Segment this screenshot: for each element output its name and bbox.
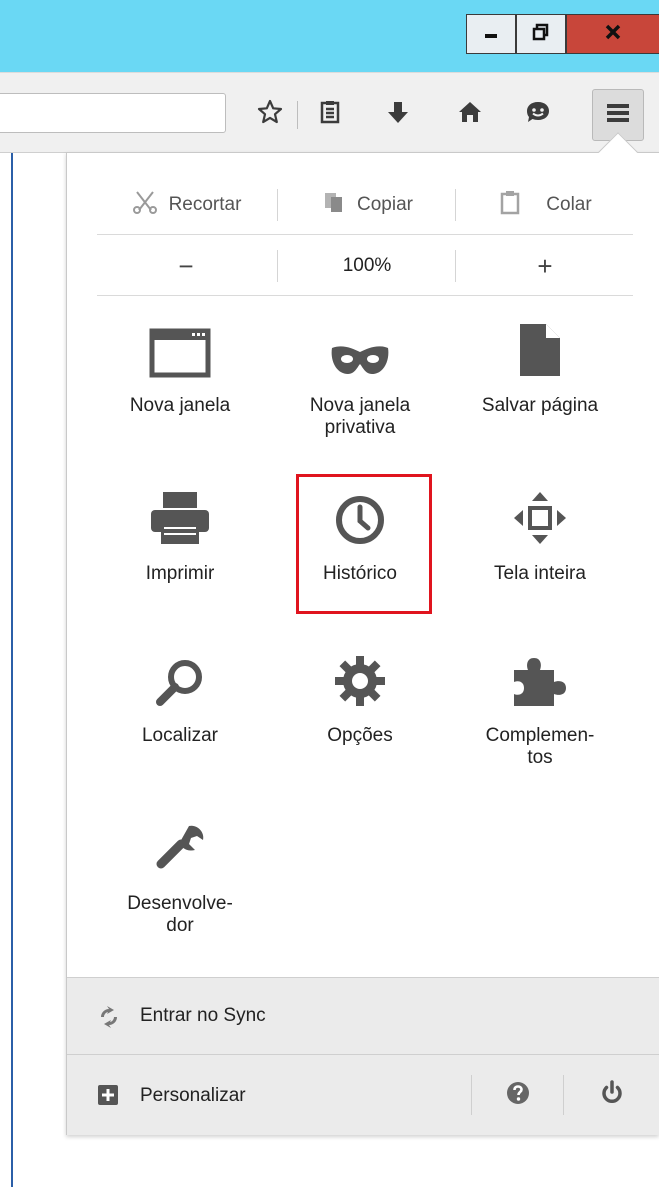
sync-label: Entrar no Sync	[140, 1005, 266, 1026]
private-mask-icon	[328, 342, 392, 383]
zoom-reset-button[interactable]: 100%	[279, 236, 455, 296]
restore-icon	[532, 23, 550, 46]
copy-button[interactable]: Copiar	[279, 175, 455, 235]
new-window-label: Nova janela	[129, 395, 231, 416]
wrench-icon	[153, 822, 207, 881]
printer-icon	[149, 490, 211, 551]
gear-icon	[333, 654, 387, 713]
chat-bubble-icon	[524, 99, 552, 130]
magnifier-icon	[155, 658, 205, 713]
bookmarks-list-icon	[317, 99, 343, 130]
plus-box-icon	[98, 1085, 118, 1110]
zoom-controls: − 100% +	[97, 236, 633, 296]
restore-button[interactable]	[516, 14, 566, 54]
print-label: Imprimir	[145, 563, 215, 584]
title-bar	[0, 0, 659, 72]
copy-icon	[321, 189, 347, 221]
close-button[interactable]	[566, 14, 659, 54]
customize-label: Personalizar	[140, 1085, 246, 1106]
minimize-button[interactable]	[466, 14, 516, 54]
hello-chat-button[interactable]	[520, 95, 556, 133]
fullscreen-icon	[512, 490, 568, 551]
clipboard-icon	[498, 189, 522, 221]
paste-label: Colar	[546, 194, 592, 215]
navigation-toolbar	[0, 72, 659, 153]
copy-label: Copiar	[357, 194, 413, 215]
hamburger-menu-icon	[604, 101, 632, 130]
paste-button[interactable]: Colar	[457, 175, 633, 235]
bookmarks-menu-button[interactable]	[312, 95, 348, 133]
add-ons-label: Complemen- tos	[485, 725, 595, 768]
find-button[interactable]: Localizar	[105, 653, 255, 747]
quit-button[interactable]	[565, 1055, 659, 1136]
help-button[interactable]	[473, 1055, 563, 1136]
edit-controls: Recortar Copiar Colar	[97, 175, 633, 235]
new-private-window-button[interactable]: Nova janela privativa	[285, 323, 435, 439]
history-highlight-box	[296, 474, 432, 614]
developer-button[interactable]: Desenvolve- dor	[105, 821, 255, 937]
developer-label: Desenvolve- dor	[127, 893, 233, 936]
sync-row[interactable]: Entrar no Sync	[67, 977, 659, 1054]
power-icon	[600, 1080, 624, 1111]
add-ons-button[interactable]: Complemen- tos	[465, 653, 615, 769]
find-label: Localizar	[141, 725, 219, 746]
page-left-edge	[11, 153, 13, 1187]
full-screen-label: Tela inteira	[494, 563, 586, 584]
zoom-in-button[interactable]: +	[457, 236, 633, 296]
bookmark-star-button[interactable]	[252, 95, 288, 133]
full-screen-button[interactable]: Tela inteira	[465, 491, 615, 585]
puzzle-icon	[510, 654, 570, 713]
save-page-label: Salvar página	[481, 395, 599, 416]
page-icon	[518, 322, 562, 383]
zoom-out-button[interactable]: −	[97, 236, 275, 296]
options-button[interactable]: Opções	[285, 653, 435, 747]
new-window-button[interactable]: Nova janela	[105, 323, 255, 417]
sync-icon	[97, 1005, 121, 1034]
home-button[interactable]	[452, 95, 488, 133]
home-icon	[457, 99, 483, 130]
window-icon	[149, 328, 211, 383]
close-icon	[603, 22, 623, 47]
new-private-window-label: Nova janela privativa	[309, 395, 411, 438]
cut-button[interactable]: Recortar	[97, 175, 275, 235]
minimize-icon	[482, 23, 500, 46]
downloads-button[interactable]	[380, 95, 416, 133]
options-label: Opções	[327, 725, 393, 746]
downloads-arrow-icon	[386, 99, 410, 130]
print-button[interactable]: Imprimir	[105, 491, 255, 585]
cut-label: Recortar	[168, 194, 242, 215]
customize-button[interactable]: Personalizar	[67, 1055, 471, 1136]
scissors-icon	[131, 188, 159, 222]
firefox-window: Recortar Copiar Colar − 100% + Nova jane	[0, 0, 659, 1187]
main-menu-panel: Recortar Copiar Colar − 100% + Nova jane	[66, 152, 659, 1135]
save-page-button[interactable]: Salvar página	[465, 323, 615, 417]
url-bar[interactable]	[0, 93, 226, 133]
star-bookmark-icon	[256, 98, 284, 131]
help-icon	[506, 1081, 530, 1110]
customize-row: Personalizar	[67, 1054, 659, 1135]
